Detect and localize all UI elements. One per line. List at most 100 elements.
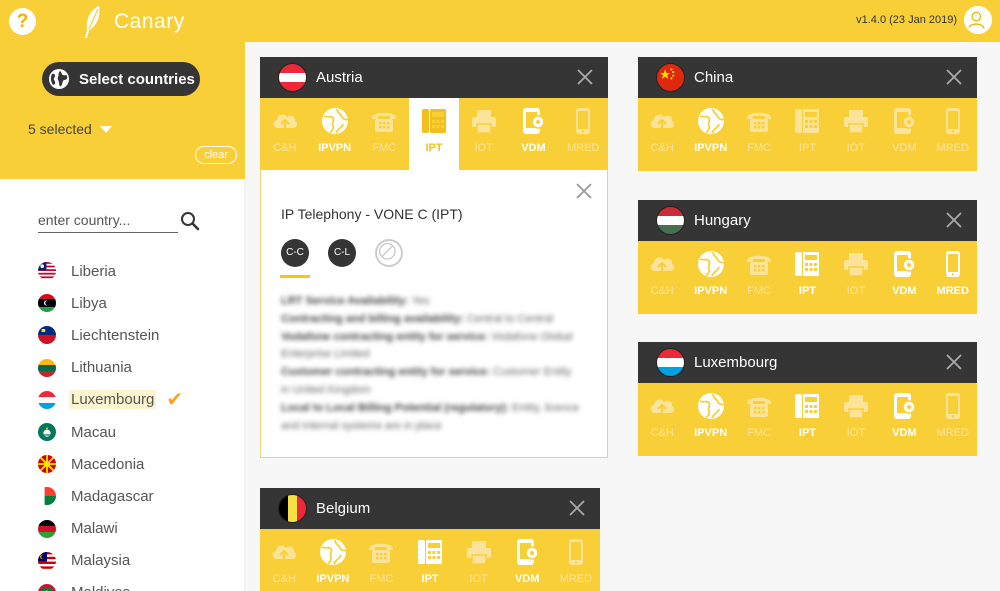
service-ipvpn[interactable]: IPVPN xyxy=(686,241,734,314)
service-ipt[interactable]: IPT xyxy=(783,383,831,456)
service-ch[interactable]: C&H xyxy=(638,98,686,171)
country-item[interactable]: Malawi xyxy=(38,513,183,545)
maldives-flag-icon xyxy=(38,583,56,591)
service-ipt[interactable]: IPT xyxy=(783,98,831,171)
user-avatar[interactable] xyxy=(964,6,992,34)
country-item[interactable]: Maldives xyxy=(38,577,183,591)
service-fmc[interactable]: FMC xyxy=(357,529,406,591)
ipt-service-icon xyxy=(795,252,820,276)
service-mred[interactable]: MRED xyxy=(551,529,600,591)
country-item[interactable]: Liberia xyxy=(38,255,183,287)
vdm-service-icon xyxy=(517,539,539,565)
country-flag xyxy=(38,583,56,591)
close-icon[interactable] xyxy=(568,499,586,517)
service-mred[interactable]: MRED xyxy=(929,241,977,314)
ipvpn-service-icon xyxy=(697,393,725,419)
service-fmc[interactable]: FMC xyxy=(735,383,783,456)
search-icon[interactable] xyxy=(180,211,200,231)
country-flag xyxy=(38,455,56,474)
country-name: Macedonia xyxy=(71,455,145,473)
select-countries-button[interactable]: Select countries xyxy=(42,62,200,96)
search-input[interactable] xyxy=(38,209,178,233)
service-ch[interactable]: C&H xyxy=(638,383,686,456)
service-mred[interactable]: MRED xyxy=(929,98,977,171)
service-vdm[interactable]: VDM xyxy=(509,98,559,171)
service-vdm[interactable]: VDM xyxy=(880,383,928,456)
iot-service-icon xyxy=(466,541,491,565)
close-icon[interactable] xyxy=(945,68,963,86)
feather-icon xyxy=(85,6,100,38)
country-card-china: China C&H IPVPN FMC IPT IOT VDM MRED xyxy=(638,57,977,171)
service-mred[interactable]: MRED xyxy=(929,383,977,456)
service-ipt[interactable]: IPT xyxy=(783,241,831,314)
service-ch[interactable]: C&H xyxy=(260,98,310,171)
service-vdm[interactable]: VDM xyxy=(880,98,928,171)
chevron-down-icon xyxy=(99,125,112,133)
country-item[interactable]: Malaysia xyxy=(38,545,183,577)
service-label: VDM xyxy=(514,573,540,585)
service-vdm[interactable]: VDM xyxy=(880,241,928,314)
chip-c-c[interactable]: C-C xyxy=(280,239,310,278)
service-label: IPVPN xyxy=(316,573,350,585)
country-item[interactable]: Macedonia xyxy=(38,448,183,480)
not-available-icon xyxy=(378,242,396,260)
country-item[interactable]: Luxembourg ✔ xyxy=(38,384,183,416)
service-iot[interactable]: IOT xyxy=(832,241,880,314)
ipt-service-icon xyxy=(795,394,820,418)
country-search xyxy=(38,209,200,233)
help-button[interactable]: ? xyxy=(9,8,36,35)
chip-c-l[interactable]: C-L xyxy=(328,239,356,267)
selected-count-label: 5 selected xyxy=(28,121,92,137)
service-mred[interactable]: MRED xyxy=(558,98,608,171)
close-icon[interactable] xyxy=(575,182,593,200)
service-iot[interactable]: IOT xyxy=(832,98,880,171)
malaysia-flag-icon xyxy=(38,551,56,570)
country-item[interactable]: Macau xyxy=(38,416,183,448)
service-fmc[interactable]: FMC xyxy=(359,98,409,171)
clear-button[interactable]: clear xyxy=(195,146,237,164)
service-ipvpn[interactable]: IPVPN xyxy=(310,98,360,171)
service-ipt[interactable]: IPT xyxy=(409,98,459,171)
service-label: VDM xyxy=(892,285,917,297)
country-item[interactable]: Madagascar xyxy=(38,480,183,512)
service-ipt[interactable]: IPT xyxy=(406,529,455,591)
service-ch[interactable]: C&H xyxy=(638,241,686,314)
madagascar-flag-icon xyxy=(38,487,56,506)
card-header: China xyxy=(638,57,977,98)
country-name: Luxembourg xyxy=(69,390,157,410)
close-icon[interactable] xyxy=(945,353,963,371)
service-ipvpn[interactable]: IPVPN xyxy=(686,98,734,171)
detail-row-label: Vodafone contracting entity for service: xyxy=(281,330,489,343)
country-item[interactable]: Lithuania xyxy=(38,352,183,384)
service-ipvpn[interactable]: IPVPN xyxy=(686,383,734,456)
app-logo[interactable]: Canary xyxy=(82,4,185,40)
service-label: MRED xyxy=(936,285,969,297)
detail-row-label: Contracting and billing availability: xyxy=(281,312,464,325)
country-item[interactable]: Liechtenstein xyxy=(38,319,183,351)
service-vdm[interactable]: VDM xyxy=(503,529,552,591)
service-label: VDM xyxy=(521,142,546,154)
service-ipvpn[interactable]: IPVPN xyxy=(309,529,358,591)
luxembourg-flag-icon xyxy=(657,349,684,376)
service-row: C&H IPVPN FMC IPT IOT VDM MRED xyxy=(260,98,608,171)
close-icon[interactable] xyxy=(945,211,963,229)
detail-row: LRT Service Availability: Yes xyxy=(281,293,581,311)
iot-service-icon xyxy=(843,395,868,419)
service-iot[interactable]: IOT xyxy=(459,98,509,171)
card-country-name: Belgium xyxy=(316,500,371,517)
service-fmc[interactable]: FMC xyxy=(735,98,783,171)
service-iot[interactable]: IOT xyxy=(454,529,503,591)
ch-service-icon xyxy=(272,545,297,561)
country-item[interactable]: Libya xyxy=(38,287,183,319)
service-ch[interactable]: C&H xyxy=(260,529,309,591)
service-iot[interactable]: IOT xyxy=(832,383,880,456)
ch-service-icon xyxy=(273,114,297,130)
card-country-name: Hungary xyxy=(694,212,751,229)
country-name: Liberia xyxy=(71,262,117,280)
service-fmc[interactable]: FMC xyxy=(735,241,783,314)
service-label: IPVPN xyxy=(318,142,352,154)
close-icon[interactable] xyxy=(576,68,594,86)
chip-unavailable[interactable] xyxy=(375,239,403,267)
service-label: C&H xyxy=(272,573,296,585)
selected-dropdown[interactable]: 5 selected xyxy=(28,121,112,137)
